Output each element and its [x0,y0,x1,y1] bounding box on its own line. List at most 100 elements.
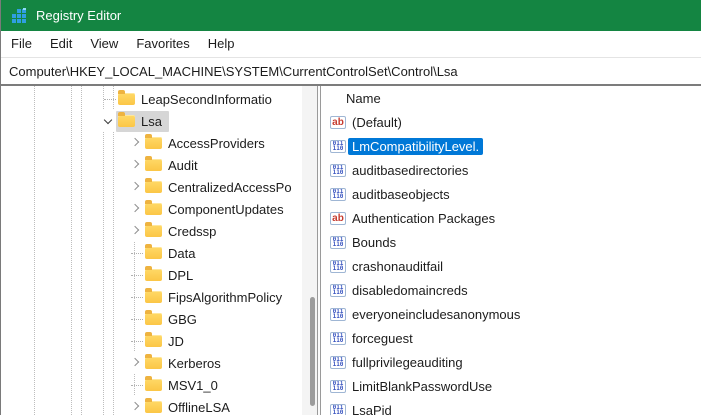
value-name-label: auditbasedirectories [352,162,469,178]
tree-chevron-icon[interactable] [127,198,143,220]
menu-file[interactable]: File [2,31,41,57]
tree-chevron-icon[interactable] [127,264,143,286]
binary-value-icon: 011 110 [330,283,346,297]
menu-view[interactable]: View [81,31,127,57]
tree-item-accessproviders[interactable]: AccessProviders [1,132,317,154]
folder-icon [145,398,162,413]
registry-value-crashonauditfail[interactable]: 011 110 crashonauditfail [321,254,701,278]
menu-edit[interactable]: Edit [41,31,81,57]
registry-value-auditbaseobjects[interactable]: 011 110 auditbaseobjects [321,182,701,206]
registry-value-lmcompatibilitylevel-[interactable]: 011 110 LmCompatibilityLevel. [321,134,701,158]
tree-chevron-icon[interactable] [127,154,143,176]
registry-value-fullprivilegeauditing[interactable]: 011 110 fullprivilegeauditing [321,350,701,374]
binary-value-icon: 011 110 [330,235,346,249]
tree-chevron-icon[interactable] [127,374,143,396]
binary-value-icon: 011 110 [330,259,346,273]
value-name-label: LmCompatibilityLevel. [348,137,484,155]
tree-item-offlinelsa[interactable]: OfflineLSA [1,396,317,415]
tree-chevron-icon[interactable] [100,88,116,110]
tree-item-label: Lsa [141,113,162,129]
binary-value-icon: 011 110 [330,163,346,177]
tree-item-lsa[interactable]: Lsa [1,110,317,132]
registry-value-disabledomaincreds[interactable]: 011 110 disabledomaincreds [321,278,701,302]
folder-icon [145,178,162,193]
tree-chevron-icon[interactable] [100,110,116,132]
value-name-label: disabledomaincreds [352,282,468,298]
registry-value-lsapid[interactable]: 011 110 LsaPid [321,398,701,415]
tree-item-label: Kerberos [168,355,221,371]
tree-item-componentupdates[interactable]: ComponentUpdates [1,198,317,220]
folder-icon [145,332,162,347]
binary-value-icon: 011 110 [330,307,346,321]
registry-value--default-[interactable]: ab (Default) [321,110,701,134]
tree-item-label: Credssp [168,223,217,239]
value-list: ab (Default) 011 110 LmCompatibilityLevel… [321,110,701,415]
title-bar: Registry Editor [1,0,701,31]
tree-chevron-icon[interactable] [127,308,143,330]
value-name-label: auditbaseobjects [352,186,450,202]
folder-icon [145,288,162,303]
tree-item-label: OfflineLSA [168,399,230,415]
tree-chevron-icon[interactable] [127,242,143,264]
binary-value-icon: 011 110 [330,379,346,393]
tree-item-centralizedaccesspo[interactable]: CentralizedAccessPo [1,176,317,198]
tree-chevron-icon[interactable] [127,352,143,374]
values-panel: Name ab (Default) 011 110 LmCompatibility… [320,86,701,415]
string-value-icon: ab [330,211,346,225]
tree-chevron-icon[interactable] [127,330,143,352]
tree-chevron-icon[interactable] [127,286,143,308]
registry-value-everyoneincludesanonymous[interactable]: 011 110 everyoneincludesanonymous [321,302,701,326]
tree-item-fipsalgorithmpolicy[interactable]: FipsAlgorithmPolicy [1,286,317,308]
folder-icon [145,222,162,237]
tree-chevron-icon[interactable] [127,132,143,154]
tree-item-label: AccessProviders [168,135,265,151]
tree-item-msv1_0[interactable]: MSV1_0 [1,374,317,396]
tree-item-data[interactable]: Data [1,242,317,264]
value-name-label: Authentication Packages [352,210,496,226]
tree-item-label: Data [168,245,196,261]
folder-icon [118,112,135,127]
registry-value-bounds[interactable]: 011 110 Bounds [321,230,701,254]
tree-item-label: CentralizedAccessPo [168,179,292,195]
folder-icon [145,310,162,325]
string-value-icon: ab [330,115,346,129]
value-name-label: everyoneincludesanonymous [352,306,521,322]
tree-item-leapsecondinformatio[interactable]: LeapSecondInformatio [1,88,317,110]
tree-item-gbg[interactable]: GBG [1,308,317,330]
value-name-label: (Default) [352,114,402,130]
registry-value-authentication-packages[interactable]: ab Authentication Packages [321,206,701,230]
folder-icon [145,376,162,391]
folder-icon [145,354,162,369]
tree-scrollbar-thumb[interactable] [310,297,315,406]
address-input[interactable] [1,58,701,84]
tree-item-kerberos[interactable]: Kerberos [1,352,317,374]
tree-item-label: Audit [168,157,198,173]
tree-item-label: FipsAlgorithmPolicy [168,289,283,305]
folder-icon [145,156,162,171]
folder-icon [145,200,162,215]
tree-item-credssp[interactable]: Credssp [1,220,317,242]
tree-scrollbar-track[interactable] [302,86,317,415]
tree-item-jd[interactable]: JD [1,330,317,352]
folder-icon [118,90,135,105]
value-name-label: forceguest [352,330,413,346]
menu-favorites[interactable]: Favorites [127,31,198,57]
folder-icon [145,266,162,281]
tree-chevron-icon[interactable] [127,396,143,415]
tree-chevron-icon[interactable] [127,220,143,242]
tree-item-dpl[interactable]: DPL [1,264,317,286]
tree-chevron-icon[interactable] [127,176,143,198]
value-name-label: crashonauditfail [352,258,444,274]
window-title: Registry Editor [36,8,122,23]
registry-value-auditbasedirectories[interactable]: 011 110 auditbasedirectories [321,158,701,182]
registry-tree-panel: LeapSecondInformatio Lsa AccessProviders… [1,86,318,415]
tree-item-audit[interactable]: Audit [1,154,317,176]
name-column-header[interactable]: Name [321,86,701,110]
binary-value-icon: 011 110 [330,403,346,415]
registry-value-limitblankpassworduse[interactable]: 011 110 LimitBlankPasswordUse [321,374,701,398]
registry-value-forceguest[interactable]: 011 110 forceguest [321,326,701,350]
tree-item-label: DPL [168,267,194,283]
menu-help[interactable]: Help [199,31,244,57]
binary-value-icon: 011 110 [330,355,346,369]
value-name-label: Bounds [352,234,397,250]
